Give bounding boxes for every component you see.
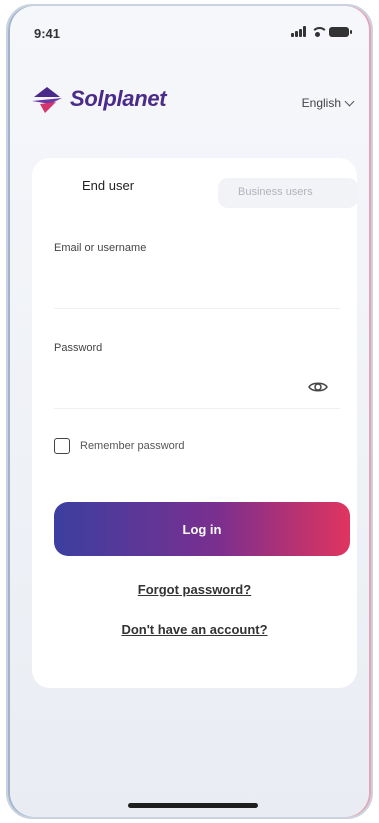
signup-link[interactable]: Don't have an account?: [32, 622, 357, 637]
status-time: 9:41: [34, 26, 61, 41]
brand-logo: Solplanet: [30, 84, 167, 114]
tab-end-user-label: End user: [82, 178, 135, 193]
status-icons: [291, 26, 352, 37]
login-card: End user Business users Email or usernam…: [32, 158, 358, 688]
solplanet-logo-icon: [32, 87, 62, 113]
password-label: Password: [54, 342, 103, 354]
password-underline: [54, 408, 340, 409]
eye-icon[interactable]: [308, 380, 328, 394]
wifi-icon: [311, 26, 328, 37]
email-underline: [54, 308, 340, 309]
phone-screen: 9:41 Solplanet English End user Business…: [6, 4, 373, 819]
battery-icon: [329, 26, 352, 37]
remember-label: Remember password: [80, 440, 185, 452]
email-label: Email or username: [54, 242, 147, 254]
status-bar: 9:41: [8, 6, 371, 56]
user-type-tabs: End user Business users: [32, 158, 358, 220]
tab-end-user[interactable]: End user: [32, 158, 202, 220]
language-label: English: [301, 96, 341, 110]
remember-checkbox[interactable]: [54, 438, 70, 454]
login-button[interactable]: Log in: [54, 502, 350, 556]
tab-business-users[interactable]: Business users: [218, 178, 358, 208]
email-field[interactable]: [54, 258, 340, 302]
language-selector[interactable]: English: [301, 96, 355, 110]
password-field[interactable]: [54, 358, 304, 402]
signal-icon: [291, 26, 306, 37]
tab-business-users-label: Business users: [238, 186, 313, 198]
brand-name: Solplanet: [70, 86, 167, 111]
remember-password[interactable]: Remember password: [54, 438, 185, 454]
forgot-password-link[interactable]: Forgot password?: [32, 582, 357, 597]
home-indicator: [128, 803, 258, 808]
chevron-down-icon: [344, 96, 355, 106]
